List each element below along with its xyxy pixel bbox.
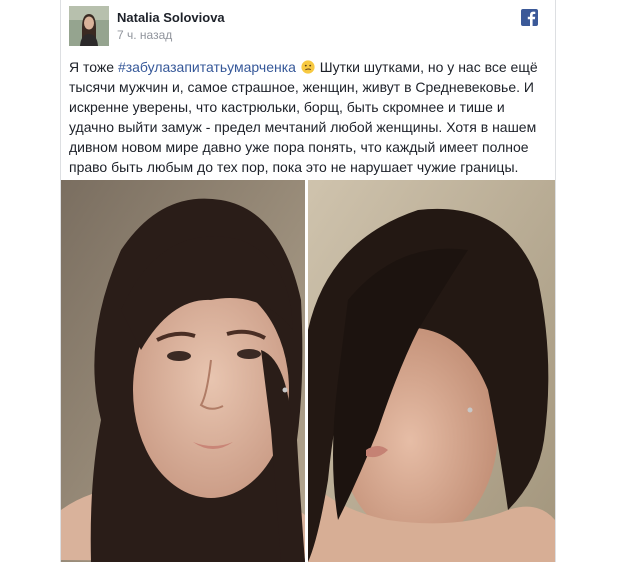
post-header: Natalia Soloviova 7 ч. назад — [61, 0, 555, 52]
face-front-image — [61, 180, 305, 562]
author-avatar[interactable] — [69, 6, 109, 46]
confused-face-icon — [301, 59, 315, 74]
post-timestamp[interactable]: 7 ч. назад — [117, 28, 172, 42]
photo-grid — [61, 180, 555, 562]
message-prefix: Я тоже — [69, 59, 118, 75]
photo-front-face[interactable] — [61, 180, 305, 562]
avatar-image — [69, 6, 109, 46]
post-message: Я тоже #забулазапитатьумарченка Шутки шу… — [69, 57, 549, 177]
hashtag-link[interactable]: #забулазапитатьумарченка — [118, 59, 296, 75]
face-profile-image — [308, 180, 555, 562]
message-body: Шутки шутками, но у нас все ещё тысячи м… — [69, 59, 538, 175]
author-name[interactable]: Natalia Soloviova — [117, 10, 225, 25]
photo-profile-face[interactable] — [308, 180, 555, 562]
facebook-icon — [521, 9, 538, 26]
facebook-post: Natalia Soloviova 7 ч. назад Я тоже #заб… — [60, 0, 556, 562]
